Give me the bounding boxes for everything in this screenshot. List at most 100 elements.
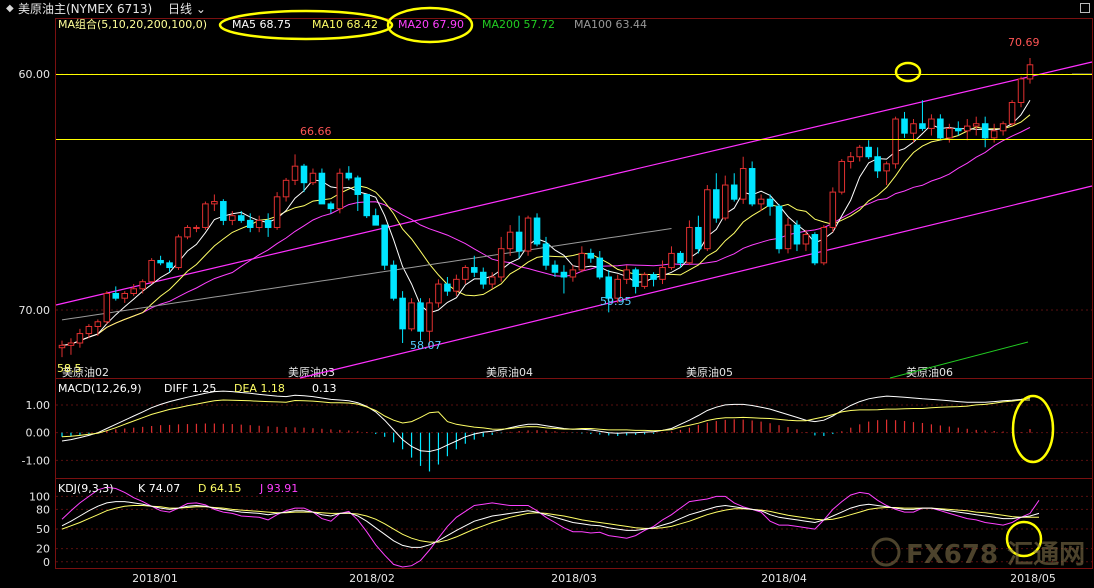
watermark-logo-icon [871,537,901,567]
candle-body [981,123,989,139]
candle-body [381,224,388,266]
candle-body [435,283,442,304]
candle-body [462,267,469,280]
main-y-tick: 70.00 [19,304,51,317]
candle-body [1008,102,1016,125]
macd-diff-value: DIFF 1.25 [164,382,216,395]
candle-body [1017,78,1025,104]
price-chart: 70.00 60.00 1.00 0.00 -1.00 10080 50 200 2018/0… [19,6,1093,585]
candle-body [704,189,711,250]
candle-body [757,198,765,205]
candle-body [551,264,559,273]
candle-body [946,127,953,139]
candle-body [695,226,702,250]
trend-channel [55,61,1093,379]
ma100-value: MA100 63.44 [574,18,647,31]
candle-body [874,156,881,172]
kdj-panel [61,486,1040,568]
x-tick-label: 2018/05 [1010,572,1056,585]
channel-upper-line [55,61,1093,306]
kdj-y-tick: 50 [36,523,50,536]
candle-body [103,292,111,323]
candle-body [211,201,218,205]
kdj-legend: KDJ(9,3,3) K 74.07 D 64.15 J 93.91 [58,482,298,495]
candle-body [641,274,648,287]
macd-legend: MACD(12,26,9) DIFF 1.25 DEA 1.18 0.13 [58,382,337,395]
x-tick-labels: 2018/01 2018/02 2018/03 2018/04 2018/05 [132,572,1056,585]
highlight-ellipse-top [894,61,922,83]
candle-body [112,292,120,299]
x-tick-label: 2018/03 [551,572,597,585]
kdj-label[interactable]: KDJ(9,3,3) [58,482,114,495]
low-label-1: 58.07 [410,339,442,352]
candle-body [811,234,819,264]
candle-body [560,271,568,278]
macd-label[interactable]: MACD(12,26,9) [58,382,142,395]
candle-body [471,267,478,273]
candle-body [533,217,541,245]
candle-body [515,231,523,252]
candle-body [506,231,514,250]
candle-body [955,127,962,132]
candle-body [255,219,263,228]
candle-body [659,267,666,280]
candle-body [802,234,810,245]
contract-label-05: 美原油05 [686,365,733,379]
candle-body [229,215,236,221]
main-legend: MA组合(5,10,20,200,100,0) MA5 68.75 MA10 6… [58,17,647,31]
candle-body [426,302,433,332]
candle-body [686,226,693,264]
low-label-2: 59.95 [600,295,632,308]
candle-body [390,264,397,299]
candle-body [784,224,792,250]
candle-body [990,130,998,139]
candle-body [963,125,971,132]
contract-label-03: 美原油03 [288,365,335,379]
kdj-d-line [61,505,1039,543]
candle-body [721,184,729,219]
highlight-ellipse-macd [1011,394,1055,464]
candle-body [202,203,209,228]
candle-body [793,224,801,245]
main-y-tick: 60.00 [19,68,51,81]
candle-body [820,226,828,264]
candle-body [273,196,281,228]
candle-body [569,269,577,278]
candle-body [1026,64,1034,80]
candle-body [372,215,379,226]
watermark-text: FX678 汇通网 [906,540,1085,570]
candle-body [650,274,657,280]
candle-body [444,283,451,292]
candle-body [309,172,317,184]
kdj-j-line [61,486,1040,568]
candle-body [677,252,684,264]
candle-body [847,156,855,162]
candle-body [399,297,406,330]
candle-body [58,344,66,349]
candlesticks [58,57,1092,358]
ma200-value: MA200 57.72 [482,18,555,31]
ma10-value: MA10 68.42 [312,18,378,31]
candle-body [497,248,505,278]
candle-body [453,278,460,292]
candle-body [121,292,129,299]
candle-body [130,288,137,294]
candle-body [282,179,290,198]
candle-body [587,252,595,259]
x-tick-label: 2018/02 [349,572,395,585]
candle-body [157,259,164,264]
horizontal-levels [56,74,1092,140]
kdj-y-tick: 100 [29,490,50,503]
candle-body [668,252,675,269]
candle-body [345,172,353,179]
candle-body [327,203,335,210]
watermark: FX678 汇通网 [871,537,1085,570]
candle-body [417,302,424,332]
contract-label-04: 美原油04 [486,365,533,379]
candle-body [336,172,344,210]
ma-group-label[interactable]: MA组合(5,10,20,200,100,0) [58,17,207,31]
candle-body [354,177,362,195]
candle-body [972,123,980,127]
candle-body [85,325,93,335]
kdj-j-value: J 93.91 [259,482,298,495]
